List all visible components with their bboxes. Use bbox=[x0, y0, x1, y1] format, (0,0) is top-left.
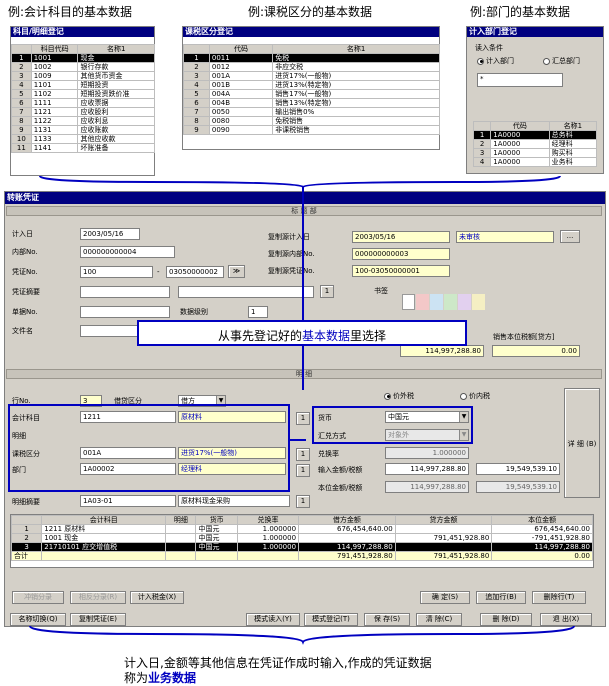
basic-data-highlight-left bbox=[8, 404, 290, 492]
bottom-caption-line2: 称为业务数据 bbox=[124, 671, 197, 685]
basic-data-highlight-right bbox=[312, 406, 473, 444]
callout-box: 从事先登记好的基本数据里选择 bbox=[137, 320, 467, 346]
callout-text: 从事先登记好的基本数据里选择 bbox=[217, 329, 387, 343]
